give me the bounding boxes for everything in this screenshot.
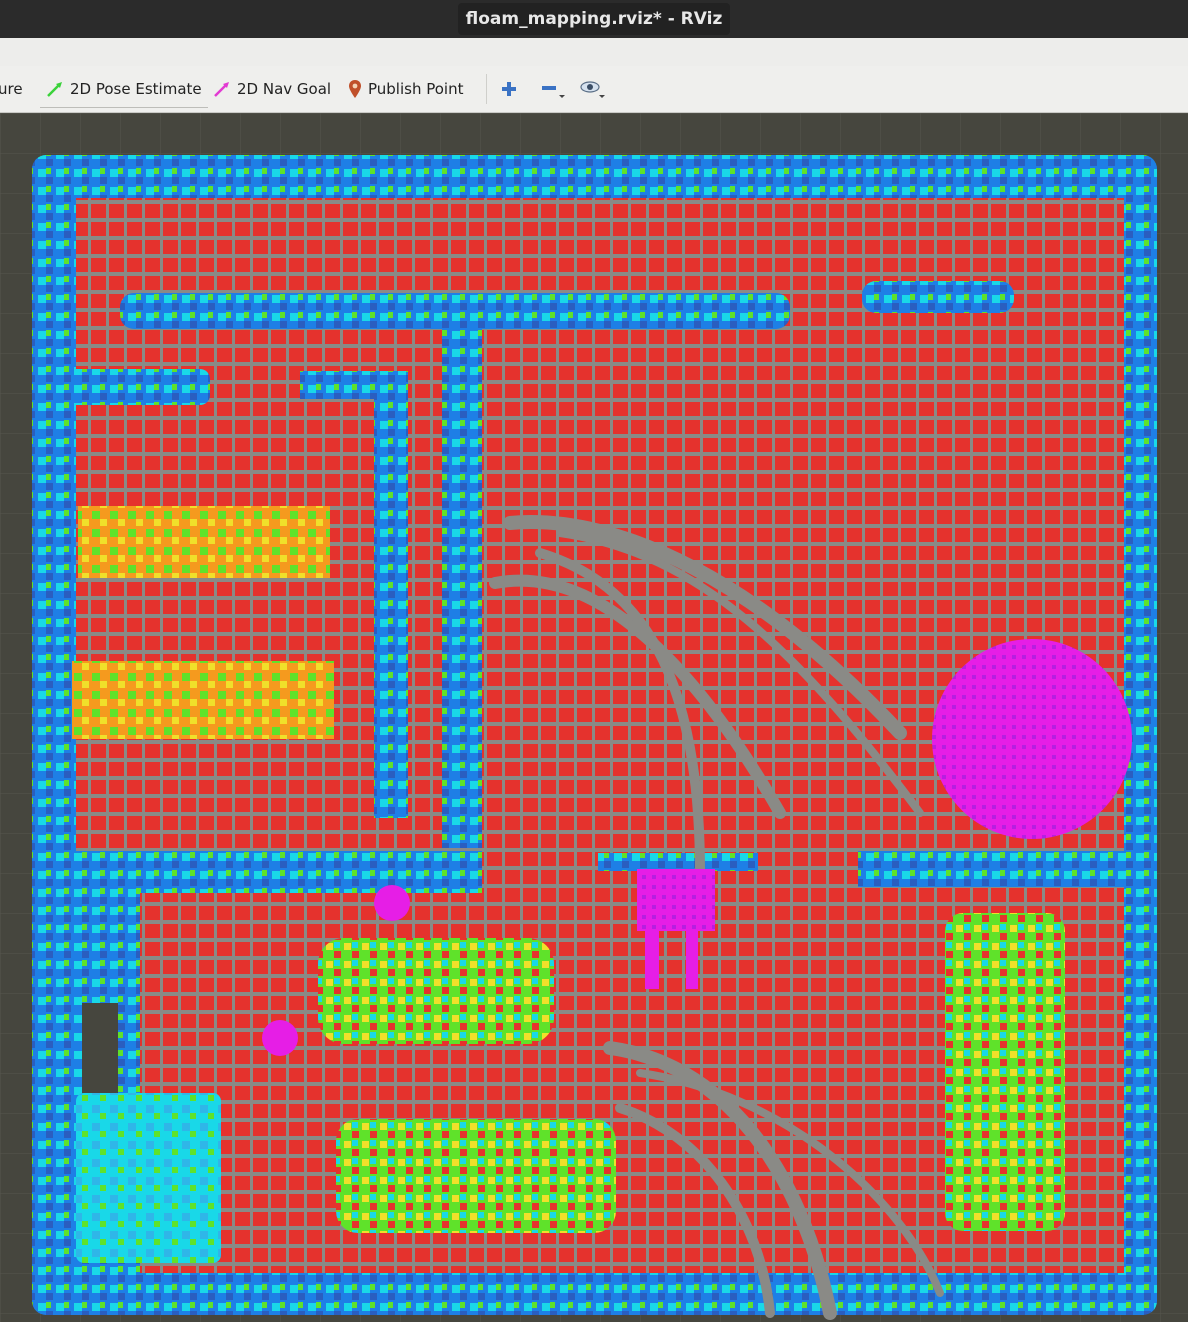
remove-tool-button[interactable] [540,78,566,100]
inner-wall-vertical-1 [374,371,408,818]
pose-estimate-button[interactable]: 2D Pose Estimate [46,78,202,100]
interact-tool-button[interactable]: ure [0,78,23,100]
toolbar-separator [486,74,487,104]
map-render [0,113,1188,1322]
interact-tool-label: ure [0,80,23,98]
tool-underline [40,107,208,108]
magenta-post-right [686,931,698,989]
view-options-button[interactable] [580,78,608,100]
render-viewport[interactable] [0,113,1188,1322]
inner-wall-top-right [862,281,1014,313]
shelf-left-lower [72,661,334,739]
pose-estimate-label: 2D Pose Estimate [70,80,202,98]
plus-icon [502,82,516,96]
magenta-small-blob-1 [374,885,410,921]
nav-goal-arrow-icon [214,82,229,97]
panel-strip [0,38,1188,67]
inner-wall-top [120,293,790,329]
shelf-lower-center [318,938,554,1044]
nav-goal-button[interactable]: 2D Nav Goal [213,78,331,100]
nav-goal-label: 2D Nav Goal [237,80,332,98]
inner-wall-left-stub [40,369,210,405]
magenta-large-blob [932,639,1132,839]
window-titlebar: floam_mapping.rviz* - RViz [0,0,1188,38]
minus-icon [542,86,565,98]
publish-point-button[interactable]: Publish Point [348,78,463,100]
inner-wall-middle-center [598,853,758,871]
inner-wall-middle-right [858,851,1128,887]
magenta-post-left [645,931,659,989]
inner-wall-middle-left [40,851,482,893]
magenta-small-blob-2 [262,1020,298,1056]
magenta-block [637,869,715,931]
inner-wall-vertical-2 [442,328,482,848]
pose-estimate-arrow-icon [47,82,62,97]
publish-point-label: Publish Point [368,80,464,98]
cyan-block-lower-left [76,1093,221,1263]
add-tool-button[interactable] [500,78,518,100]
window-title: floam_mapping.rviz* - RViz [457,3,731,35]
eye-icon [580,81,605,98]
map-pin-icon [349,80,361,98]
shelf-lower-bottom [336,1119,616,1233]
shelf-left-upper [78,506,330,578]
shelf-lower-right [945,913,1065,1231]
door-gap [82,1003,118,1098]
tools-toolbar: ure 2D Pose Estimate 2D Nav Goal Publish… [0,66,1188,113]
